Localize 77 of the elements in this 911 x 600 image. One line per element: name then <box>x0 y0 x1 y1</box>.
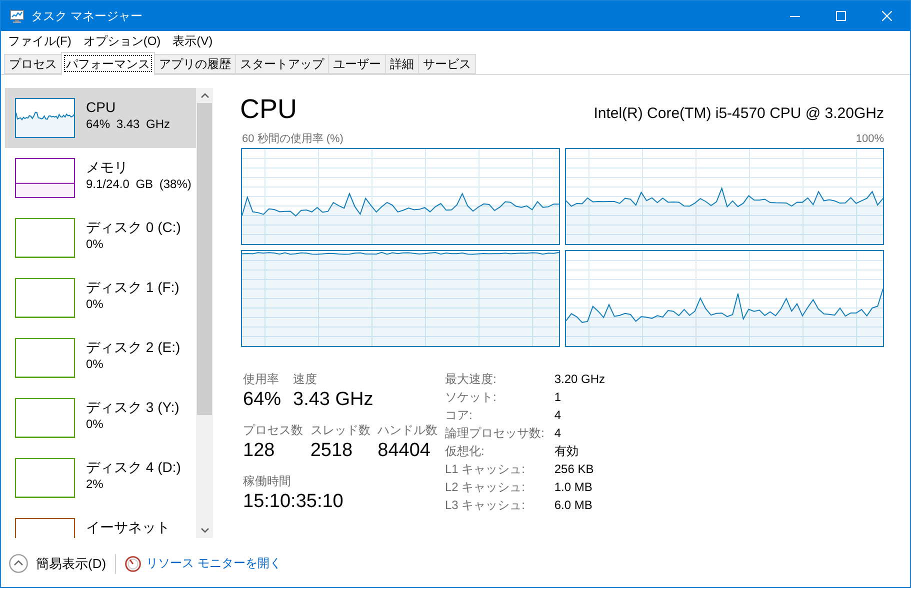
resource-item[interactable]: ディスク 4 (D:) 2% <box>5 448 196 508</box>
panel-title: CPU <box>240 93 298 125</box>
menu-item[interactable]: オプション(O) <box>79 32 165 50</box>
resource-monitor-link[interactable]: リソース モニターを開く <box>125 555 282 572</box>
detail-label: 最大速度: <box>445 370 498 388</box>
resource-item[interactable]: CPU 64% 3.43 GHz <box>5 88 196 148</box>
detail-value: 有効 <box>554 442 580 460</box>
resource-item[interactable]: メモリ 9.1/24.0 GB (38%) <box>5 148 196 208</box>
resource-name: ディスク 2 (E:) <box>86 338 180 356</box>
detail-label: コア: <box>445 406 474 424</box>
stat-label: 速度 <box>293 371 318 387</box>
resource-name: CPU <box>86 98 117 116</box>
stat-value: 128 <box>243 439 276 463</box>
stat-value: 64% <box>243 388 282 412</box>
resource-item[interactable]: イーサネット <box>5 508 196 538</box>
resource-name: イーサネット <box>86 518 170 536</box>
scrollbar[interactable] <box>196 88 213 538</box>
graph-caption: 60 秒間の使用率 (%) <box>242 133 344 146</box>
detail-value: 3.20 GHz <box>554 372 606 386</box>
resource-item[interactable]: ディスク 1 (F:) 0% <box>5 268 196 328</box>
resource-reading: 9.1/24.0 GB (38%) <box>86 176 192 192</box>
detail-label: L2 キャッシュ: <box>445 478 526 496</box>
detail-value: 1.0 MB <box>554 480 594 494</box>
resource-reading: 0% <box>86 236 104 252</box>
resource-reading: 0% <box>86 416 104 432</box>
stat-label: 稼働時間 <box>243 473 292 489</box>
detail-value: 6.0 MB <box>554 498 594 512</box>
tab[interactable]: パフォーマンス <box>61 52 155 75</box>
detail-label: 仮想化: <box>445 442 486 460</box>
detail-value: 4 <box>554 408 562 422</box>
menu-item[interactable]: ファイル(F) <box>4 32 76 50</box>
chevron-up-circle-icon <box>9 554 28 573</box>
monitor-chart-icon <box>9 8 25 24</box>
scrollbar-thumb[interactable] <box>197 103 212 415</box>
window-title: タスク マネージャー <box>31 8 144 24</box>
detail-label: 論理プロセッサ数: <box>445 424 544 442</box>
detail-value: 1 <box>554 390 562 404</box>
detail-value: 256 KB <box>554 462 595 476</box>
resource-name: ディスク 0 (C:) <box>86 218 181 236</box>
resource-reading: 64% 3.43 GHz <box>86 116 170 132</box>
resource-reading: 2% <box>86 476 104 492</box>
detail-label: L3 キャッシュ: <box>445 496 526 514</box>
resource-name: ディスク 4 (D:) <box>86 458 181 476</box>
detail-value: 4 <box>554 426 562 440</box>
tab[interactable]: アプリの履歴 <box>154 54 236 74</box>
tab[interactable]: 詳細 <box>385 54 419 74</box>
stat-label: プロセス数 <box>243 422 302 438</box>
resource-name: ディスク 1 (F:) <box>86 278 180 296</box>
resource-reading: 0% <box>86 356 104 372</box>
tab[interactable]: スタートアップ <box>235 54 329 74</box>
resource-item[interactable]: ディスク 2 (E:) 0% <box>5 328 196 388</box>
detail-label: ソケット: <box>445 388 498 406</box>
menu-item[interactable]: 表示(V) <box>168 32 217 50</box>
stat-value: 2518 <box>310 439 354 463</box>
tab[interactable]: ユーザー <box>328 54 386 74</box>
stat-label: スレッド数 <box>310 422 370 438</box>
stat-label: 使用率 <box>243 371 280 387</box>
tab[interactable]: プロセス <box>4 54 62 74</box>
maximize-icon <box>836 11 846 21</box>
close-icon <box>882 11 892 21</box>
processor-model: Intel(R) Core(TM) i5-4570 CPU @ 3.20GHz <box>594 105 884 122</box>
compact-view-button[interactable]: 簡易表示(D) <box>9 554 106 573</box>
caret-down-icon <box>200 528 208 533</box>
graph-max-label: 100% <box>856 133 884 146</box>
resource-name: ディスク 3 (Y:) <box>86 398 180 416</box>
resource-reading: 0% <box>86 296 104 312</box>
stat-value: 3.43 GHz <box>293 388 374 412</box>
tab[interactable]: サービス <box>418 54 476 74</box>
stat-value: 15:10:35:10 <box>243 490 344 514</box>
caret-up-icon <box>200 93 208 98</box>
stat-value: 84404 <box>378 439 432 463</box>
gauge-icon <box>125 556 142 572</box>
resource-name: メモリ <box>86 158 129 176</box>
detail-label: L1 キャッシュ: <box>445 460 526 478</box>
resource-item[interactable]: ディスク 0 (C:) 0% <box>5 208 196 268</box>
stat-label: ハンドル数 <box>378 422 437 438</box>
resource-item[interactable]: ディスク 3 (Y:) 0% <box>5 388 196 448</box>
